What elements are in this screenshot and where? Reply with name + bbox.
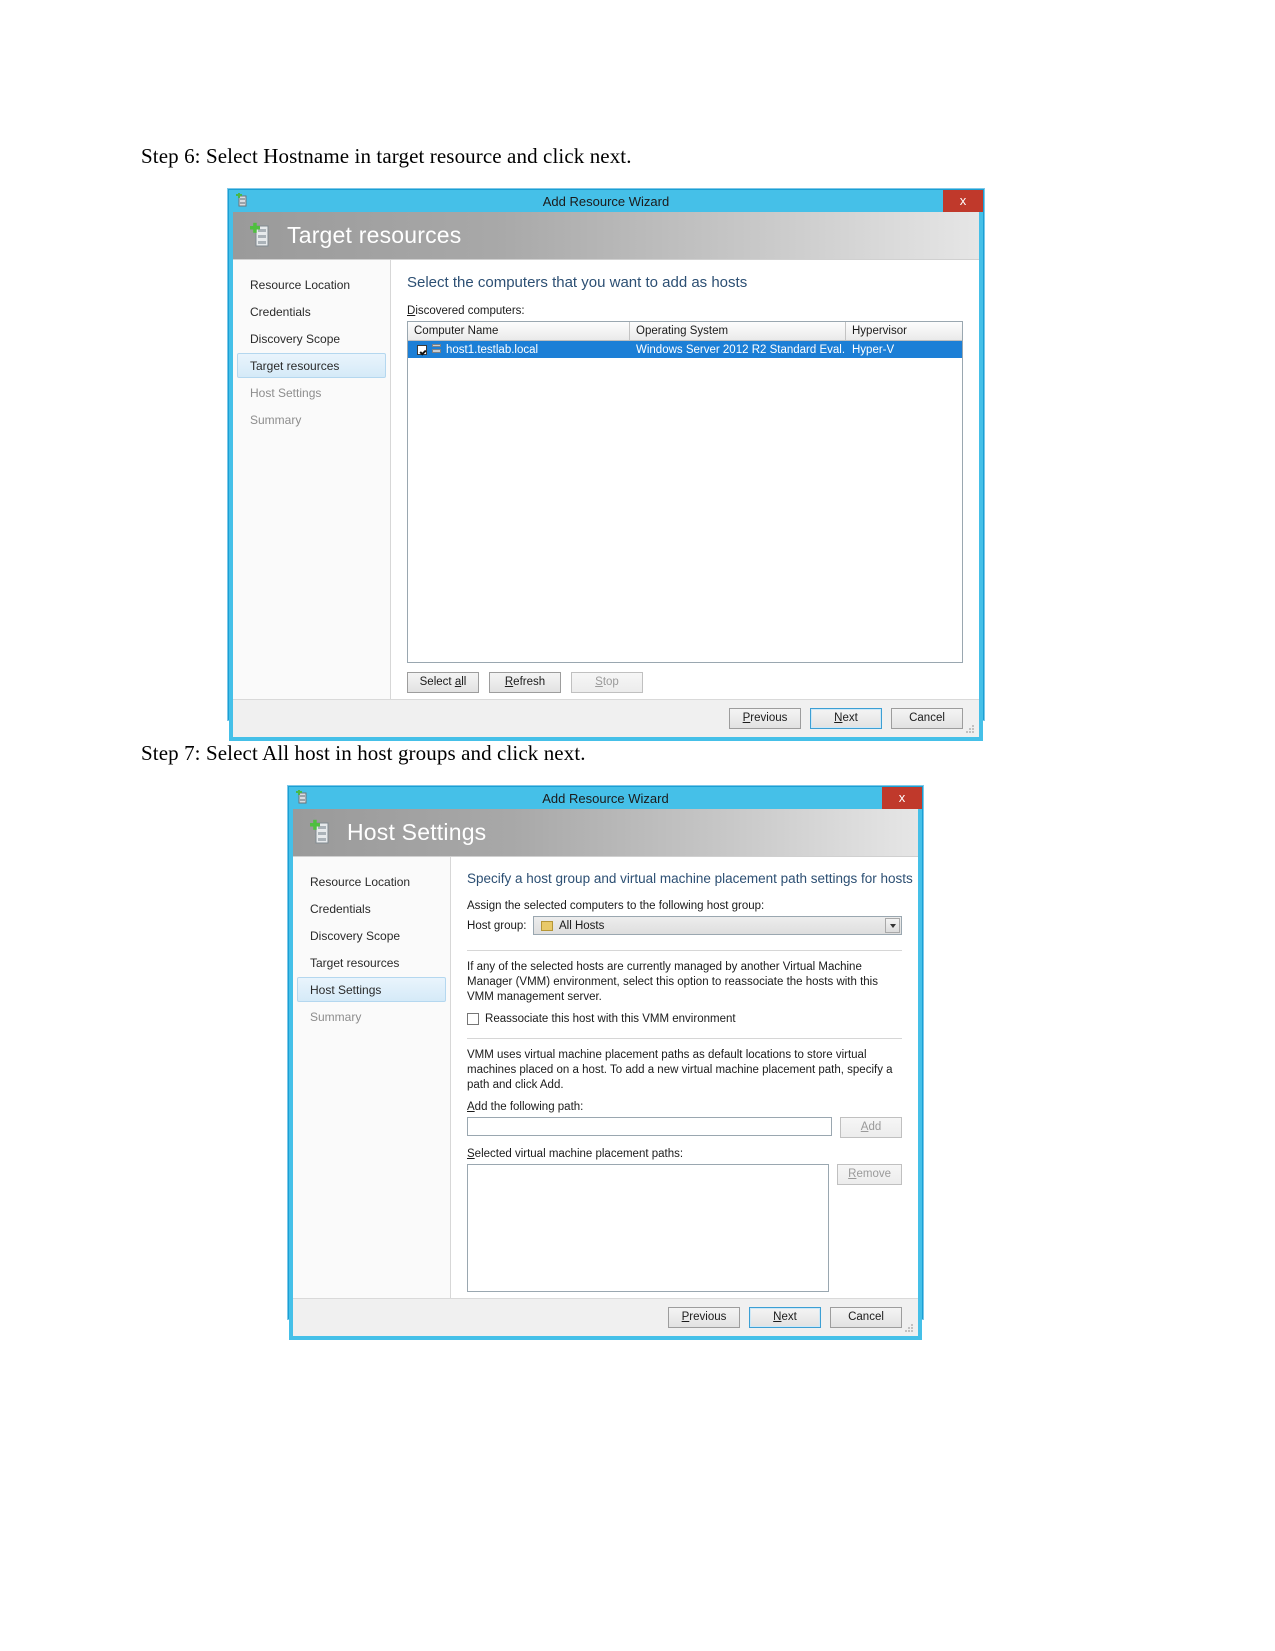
wizard-header: Host Settings xyxy=(293,809,918,857)
folder-icon xyxy=(541,920,553,931)
step-7-instruction: Step 7: Select All host in host groups a… xyxy=(141,741,586,765)
sidebar-item-resource-location[interactable]: Resource Location xyxy=(297,869,446,894)
table-row[interactable]: host1.testlab.local Windows Server 2012 … xyxy=(408,341,962,358)
assign-host-group-label: Assign the selected computers to the fol… xyxy=(467,900,765,912)
cancel-button[interactable]: Cancel xyxy=(891,708,963,729)
wizard-footer: Previous Next Cancel xyxy=(293,1298,918,1336)
add-path-label: Add the following path: xyxy=(467,1101,584,1113)
wizard-footer: Previous Next Cancel xyxy=(233,699,979,737)
sidebar-item-discovery-scope[interactable]: Discovery Scope xyxy=(237,326,386,351)
resize-grip-icon[interactable] xyxy=(904,1323,914,1333)
column-header-hypervisor[interactable]: Hypervisor xyxy=(846,322,962,340)
next-button[interactable]: Next xyxy=(749,1307,821,1328)
add-path-button: Add xyxy=(840,1117,902,1138)
page-heading: Specify a host group and virtual machine… xyxy=(467,871,913,886)
wizard-step-nav: Resource Location Credentials Discovery … xyxy=(293,857,451,1298)
sidebar-item-credentials[interactable]: Credentials xyxy=(237,299,386,324)
reassociate-checkbox-row[interactable]: Reassociate this host with this VMM envi… xyxy=(467,1013,902,1025)
stop-button: Stop xyxy=(571,672,643,693)
window-title: Add Resource Wizard xyxy=(542,790,669,806)
previous-button[interactable]: Previous xyxy=(729,708,801,729)
wizard-app-icon xyxy=(235,192,251,209)
window-title: Add Resource Wizard xyxy=(542,193,670,209)
wizard-step-nav: Resource Location Credentials Discovery … xyxy=(233,260,391,699)
selected-paths-listbox[interactable] xyxy=(467,1164,830,1292)
wizard-page-title: Host Settings xyxy=(347,819,487,845)
discovered-computers-label-rest: iscovered computers: xyxy=(415,305,525,317)
host-group-row: Host group: All Hosts xyxy=(467,916,902,935)
sidebar-item-host-settings[interactable]: Host Settings xyxy=(237,380,386,405)
add-resource-wizard-host-settings: Add Resource Wizard x Host Settings Reso… xyxy=(288,786,923,1340)
wizard-app-icon xyxy=(295,789,311,806)
reassociate-checkbox[interactable] xyxy=(467,1013,479,1025)
add-resource-wizard-target-resources: Add Resource Wizard x Target resources R… xyxy=(228,189,984,741)
cell-hypervisor: Hyper-V xyxy=(852,343,895,356)
column-header-computer-name[interactable]: Computer Name xyxy=(408,322,630,340)
step-6-instruction: Step 6: Select Hostname in target resour… xyxy=(141,144,632,168)
host-group-select[interactable]: All Hosts xyxy=(533,916,902,935)
server-add-icon xyxy=(249,222,275,250)
discovered-computers-label: Discovered computers: xyxy=(407,305,525,317)
row-checkbox[interactable] xyxy=(417,344,427,355)
refresh-button[interactable]: Refresh xyxy=(489,672,561,693)
sidebar-item-target-resources[interactable]: Target resources xyxy=(237,353,386,378)
cancel-button[interactable]: Cancel xyxy=(830,1307,902,1328)
sidebar-item-resource-location[interactable]: Resource Location xyxy=(237,272,386,297)
add-path-row: Add xyxy=(467,1117,902,1138)
server-add-icon xyxy=(309,819,335,847)
wizard-page-title: Target resources xyxy=(287,222,462,248)
sidebar-item-host-settings[interactable]: Host Settings xyxy=(297,977,446,1002)
divider xyxy=(467,950,902,951)
window-titlebar: Add Resource Wizard x xyxy=(289,787,922,809)
table-actions: Select all Refresh Stop xyxy=(407,672,963,693)
host-group-value: All Hosts xyxy=(559,919,605,932)
table-header-row: Computer Name Operating System Hyperviso… xyxy=(408,322,962,341)
sidebar-item-summary[interactable]: Summary xyxy=(237,407,386,432)
close-icon[interactable]: x xyxy=(882,787,922,809)
sidebar-item-discovery-scope[interactable]: Discovery Scope xyxy=(297,923,446,948)
reassociate-description: If any of the selected hosts are current… xyxy=(467,961,878,1003)
cell-operating-system: Windows Server 2012 R2 Standard Eval... xyxy=(636,343,846,356)
column-header-operating-system[interactable]: Operating System xyxy=(630,322,846,340)
select-all-button[interactable]: Select all xyxy=(407,672,479,693)
host-group-label: Host group: xyxy=(467,919,527,932)
next-button[interactable]: Next xyxy=(810,708,882,729)
cell-computer-name[interactable]: host1.testlab.local xyxy=(408,342,630,358)
server-icon xyxy=(432,344,441,355)
divider xyxy=(467,1038,902,1039)
close-icon[interactable]: x xyxy=(943,190,983,212)
remove-path-button: Remove xyxy=(837,1164,902,1185)
sidebar-item-credentials[interactable]: Credentials xyxy=(297,896,446,921)
previous-button[interactable]: Previous xyxy=(668,1307,740,1328)
window-titlebar: Add Resource Wizard x xyxy=(229,190,983,212)
table-body: host1.testlab.local Windows Server 2012 … xyxy=(408,341,962,662)
add-path-input[interactable] xyxy=(467,1117,832,1136)
computer-name-text: host1.testlab.local xyxy=(446,343,539,356)
sidebar-item-summary[interactable]: Summary xyxy=(297,1004,446,1029)
discovered-computers-table[interactable]: Computer Name Operating System Hyperviso… xyxy=(407,321,963,663)
chevron-down-icon[interactable] xyxy=(885,918,900,933)
reassociate-checkbox-label: Reassociate this host with this VMM envi… xyxy=(485,1013,736,1025)
sidebar-item-target-resources[interactable]: Target resources xyxy=(297,950,446,975)
resize-grip-icon[interactable] xyxy=(965,724,975,734)
wizard-header: Target resources xyxy=(233,212,979,260)
selected-paths-row: Remove xyxy=(467,1164,902,1292)
selected-paths-label: Selected virtual machine placement paths… xyxy=(467,1148,684,1160)
page-heading: Select the computers that you want to ad… xyxy=(407,274,748,291)
placement-path-description: VMM uses virtual machine placement paths… xyxy=(467,1049,893,1091)
